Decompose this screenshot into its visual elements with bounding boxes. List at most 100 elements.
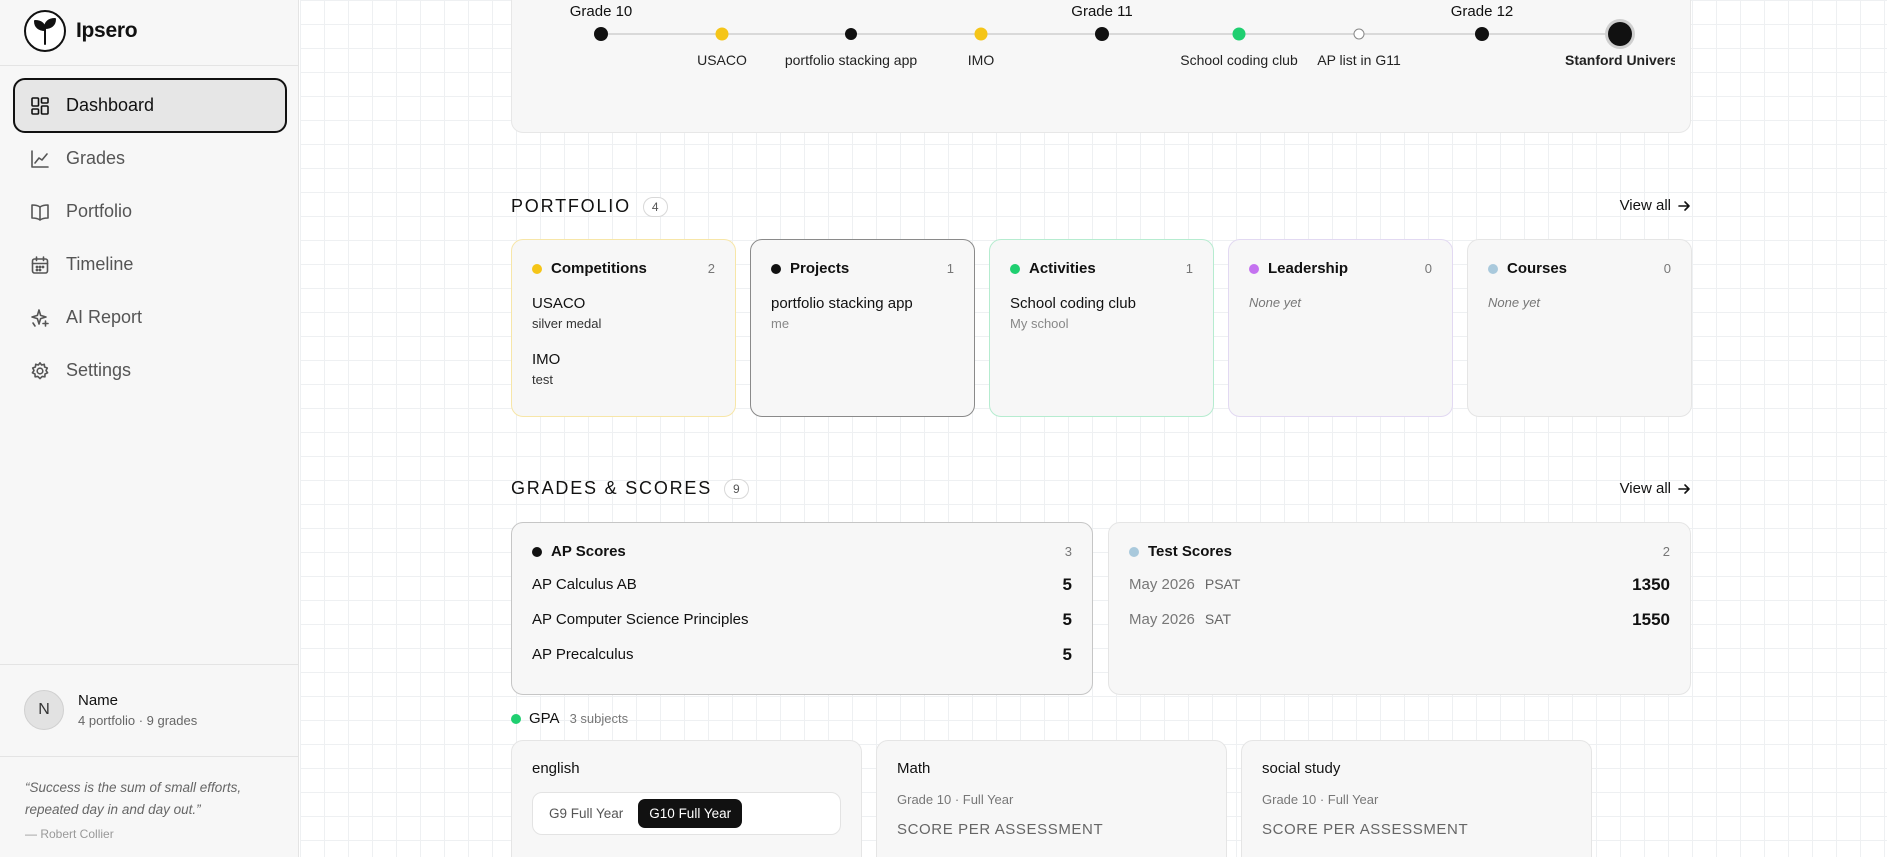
quote-author: — Robert Collier [25, 827, 114, 841]
gpa-subjects-count: 3 subjects [569, 711, 629, 726]
subject-term: Grade 10 · Full Year [897, 792, 1014, 807]
portfolio-view-all-link[interactable]: View all [1620, 197, 1691, 214]
timeline-grade-dot[interactable] [1095, 27, 1109, 41]
brand-name: Ipsero [76, 19, 138, 42]
gpa-card-math[interactable]: Math Grade 10 · Full Year SCORE PER ASSE… [876, 740, 1227, 857]
card-header: Competitions [532, 260, 715, 277]
category-dot [1249, 263, 1259, 274]
timeline-grade-10: Grade 10 [569, 3, 633, 20]
empty-state: None yet [1249, 295, 1302, 310]
timeline-grade-dot[interactable] [1475, 27, 1489, 41]
score-per-assessment-label: SCORE PER ASSESSMENT [1262, 821, 1469, 838]
card-header: Test Scores [1129, 543, 1670, 560]
view-all-label: View all [1619, 197, 1671, 214]
divider [0, 65, 299, 66]
nav-item-label: Dashboard [66, 95, 155, 115]
card-title: Activities [1029, 260, 1096, 277]
sparkles-icon [31, 308, 49, 327]
score-value: 5 [1062, 574, 1072, 594]
profile-meta: 4 portfolio · 9 grades [78, 713, 198, 728]
card-count: 2 [1662, 544, 1670, 559]
item-subtitle: My school [1010, 316, 1069, 331]
score-row[interactable]: May 2026 SAT 1550 [1129, 602, 1670, 637]
card-title: Leadership [1268, 260, 1349, 277]
calendar-icon [31, 255, 49, 274]
user-profile[interactable]: N Name 4 portfolio · 9 grades [24, 690, 197, 730]
timeline-event-dot[interactable] [715, 27, 729, 41]
card-count: 0 [1424, 261, 1432, 276]
section-title: GRADES & SCORES [511, 478, 713, 498]
timeline-event-dot[interactable] [1353, 28, 1365, 40]
timeline-event-label: USACO [697, 52, 747, 68]
subject-title: social study [1262, 760, 1341, 777]
card-header: Projects [771, 260, 954, 277]
card-header: AP Scores [532, 543, 1072, 560]
timeline-event-label: IMO [967, 52, 995, 68]
nav-item-grades[interactable]: Grades [13, 131, 287, 186]
card-title: AP Scores [551, 543, 626, 560]
nav-item-label: Settings [66, 360, 132, 380]
card-header: Leadership [1249, 260, 1432, 277]
portfolio-card-activities[interactable]: Activities 1 School coding club My schoo… [989, 239, 1214, 417]
timeline-goal-dot[interactable] [1608, 22, 1632, 46]
gpa-card-social-study[interactable]: social study Grade 10 · Full Year SCORE … [1241, 740, 1592, 857]
nav-item-label: Grades [66, 148, 126, 168]
subject-name: AP Calculus AB [532, 576, 637, 593]
empty-state: None yet [1488, 295, 1541, 310]
card-header: Activities [1010, 260, 1193, 277]
portfolio-card-courses[interactable]: Courses 0 None yet [1467, 239, 1692, 417]
nav-item-dashboard[interactable]: Dashboard [13, 78, 287, 133]
timeline-event-label: School coding club [1180, 52, 1298, 68]
item-title[interactable]: School coding club [1010, 295, 1193, 312]
timeline-event-dot[interactable] [1232, 27, 1246, 41]
term-tab-g10[interactable]: G10 Full Year [638, 799, 743, 828]
score-row[interactable]: AP Calculus AB 5 [532, 567, 1072, 602]
gpa-card-english[interactable]: english G9 Full Year G10 Full Year [511, 740, 862, 857]
arrow-right-icon [1678, 200, 1690, 211]
subject-title: Math [897, 760, 931, 777]
score-row[interactable]: AP Precalculus 5 [532, 637, 1072, 672]
test-date: May 2026 [1129, 576, 1195, 593]
card-count: 1 [946, 261, 954, 276]
timeline-grade-12: Grade 12 [1450, 3, 1514, 20]
nav-item-portfolio[interactable]: Portfolio [13, 184, 287, 239]
score-value: 1350 [1632, 574, 1670, 594]
card-title: Courses [1507, 260, 1568, 277]
timeline-event-dot[interactable] [974, 27, 988, 41]
portfolio-card-competitions[interactable]: Competitions 2 USACO silver medal IMO te… [511, 239, 736, 417]
dashboard-icon [31, 96, 49, 115]
nav-item-timeline[interactable]: Timeline [13, 237, 287, 292]
category-dot [532, 263, 542, 274]
item-title[interactable]: USACO [532, 295, 715, 312]
divider [0, 756, 299, 757]
test-name: PSAT [1204, 576, 1241, 592]
item-title[interactable]: IMO [532, 351, 715, 368]
portfolio-card-leadership[interactable]: Leadership 0 None yet [1228, 239, 1453, 417]
portfolio-card-projects[interactable]: Projects 1 portfolio stacking app me [750, 239, 975, 417]
timeline-grade-dot[interactable] [594, 27, 608, 41]
brand[interactable]: Ipsero [24, 10, 138, 52]
category-dot [1010, 263, 1020, 274]
card-header: Courses [1488, 260, 1671, 277]
nav-item-label: Timeline [66, 254, 134, 274]
sidebar: Ipsero Dashboard Grades Portfolio Timeli… [0, 0, 299, 857]
term-tab-g9[interactable]: G9 Full Year [538, 799, 634, 828]
nav-item-ai-report[interactable]: AI Report [13, 290, 287, 345]
category-dot [1129, 546, 1139, 557]
grades-view-all-link[interactable]: View all [1620, 480, 1691, 497]
score-row[interactable]: May 2026 PSAT 1350 [1129, 567, 1670, 602]
card-count: 1 [1185, 261, 1193, 276]
timeline-event-label: portfolio stacking app [784, 52, 918, 68]
test-scores-card[interactable]: Test Scores 2 May 2026 PSAT 1350 May 2026… [1108, 522, 1691, 695]
ap-scores-card[interactable]: AP Scores 3 AP Calculus AB 5 AP Computer… [511, 522, 1093, 695]
main-nav: Dashboard Grades Portfolio Timeline AI R… [13, 78, 287, 398]
category-dot [532, 546, 542, 557]
nav-item-settings[interactable]: Settings [13, 343, 287, 398]
sprout-logo-icon [24, 10, 66, 52]
quote-text: “Success is the sum of small efforts, re… [25, 780, 242, 817]
score-row[interactable]: AP Computer Science Principles 5 [532, 602, 1072, 637]
profile-name: Name [78, 692, 119, 709]
timeline-event-dot[interactable] [845, 28, 857, 40]
item-title[interactable]: portfolio stacking app [771, 295, 954, 312]
card-count: 3 [1064, 544, 1072, 559]
